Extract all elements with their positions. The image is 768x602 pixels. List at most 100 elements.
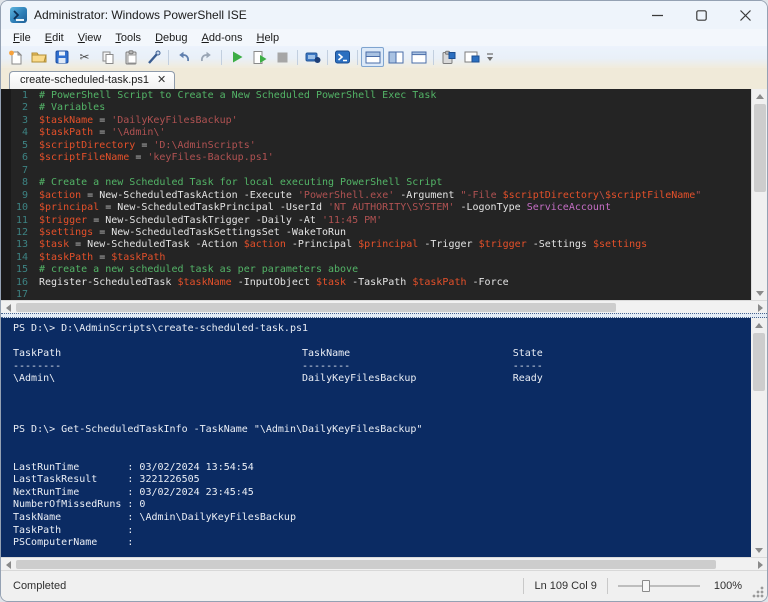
cut-icon[interactable]: ✂ — [73, 47, 96, 67]
clear-console-icon[interactable] — [142, 47, 165, 67]
code-line: 13 $task = New-ScheduledTask -Action $act… — [11, 239, 751, 251]
new-remote-powershell-tab-icon[interactable] — [301, 47, 324, 67]
code-line: 8 # Create a new Scheduled Task for local… — [11, 177, 751, 189]
new-script-icon[interactable] — [4, 47, 27, 67]
code-line: 16 Register-ScheduledTask $taskName -Inpu… — [11, 277, 751, 289]
tab-label: create-scheduled-task.ps1 — [20, 74, 150, 86]
script-editor[interactable]: 1 # PowerShell Script to Create a New Sch… — [11, 89, 751, 300]
menu-view[interactable]: View — [71, 31, 109, 45]
status-separator — [606, 578, 608, 594]
status-bar: Completed Ln 109 Col 9 100% — [1, 570, 767, 601]
toolbar-overflow-icon[interactable] — [483, 47, 497, 67]
breakpoint-margin[interactable] — [1, 89, 11, 300]
powershell-ise-window: Administrator: Windows PowerShell ISE Fi… — [0, 0, 768, 602]
run-selection-icon[interactable] — [248, 47, 271, 67]
console-output[interactable]: PS D:\> D:\AdminScripts\create-scheduled… — [1, 318, 751, 557]
open-script-icon[interactable] — [27, 47, 50, 67]
toolbar-separator — [357, 49, 358, 65]
minimize-icon[interactable] — [635, 1, 679, 29]
code-line: 4 $taskPath = '\Admin\' — [11, 127, 751, 139]
title-bar: Administrator: Windows PowerShell ISE — [1, 1, 767, 29]
stop-icon[interactable] — [271, 47, 294, 67]
status-text: Completed — [13, 580, 67, 592]
undo-icon[interactable] — [172, 47, 195, 67]
toolbar-separator — [168, 49, 169, 65]
line-number: 3 — [21, 114, 28, 126]
zoom-slider-thumb[interactable] — [641, 580, 650, 592]
code-line: 5 $scriptDirectory = 'D:\AdminScripts' — [11, 140, 751, 152]
close-icon[interactable] — [723, 1, 767, 29]
zoom-slider-track[interactable] — [617, 585, 700, 587]
paste-icon[interactable] — [119, 47, 142, 67]
script-pane: 1 # PowerShell Script to Create a New Sch… — [1, 89, 767, 300]
menu-help[interactable]: Help — [249, 31, 286, 45]
line-number: 17 — [15, 289, 28, 300]
scroll-down-icon[interactable] — [751, 543, 767, 557]
line-number: 1 — [21, 90, 28, 101]
line-number: 10 — [15, 202, 28, 214]
menu-edit[interactable]: Edit — [38, 31, 71, 45]
scroll-up-icon[interactable] — [751, 318, 767, 332]
console-hscroll-thumb[interactable] — [16, 560, 716, 569]
status-separator — [523, 578, 525, 594]
zoom-level: 100% — [713, 580, 742, 592]
scroll-down-icon[interactable] — [752, 286, 767, 300]
tab-close-icon[interactable]: ✕ — [157, 74, 166, 86]
editor-horizontal-scrollbar[interactable] — [1, 300, 767, 313]
redo-icon[interactable] — [195, 47, 218, 67]
toolbar-separator — [327, 49, 328, 65]
line-number: 11 — [15, 214, 28, 226]
line-number: 2 — [21, 102, 28, 114]
tab-bar: create-scheduled-task.ps1 ✕ — [1, 68, 767, 89]
scroll-right-icon[interactable] — [753, 301, 767, 314]
scroll-up-icon[interactable] — [752, 89, 767, 103]
menu-add-ons[interactable]: Add-ons — [195, 31, 250, 45]
run-script-icon[interactable] — [225, 47, 248, 67]
save-icon[interactable] — [50, 47, 73, 67]
menu-debug[interactable]: Debug — [148, 31, 194, 45]
line-number: 14 — [15, 251, 28, 263]
code-line: 2 # Variables — [11, 102, 751, 114]
toolbar-separator — [433, 49, 434, 65]
code-line: 15 # create a new scheduled task as per p… — [11, 264, 751, 276]
menu-tools[interactable]: Tools — [108, 31, 148, 45]
menu-file[interactable]: File — [6, 31, 38, 45]
code-line: 12 $settings = New-ScheduledTaskSettingsS… — [11, 227, 751, 239]
toolbar-separator — [297, 49, 298, 65]
editor-vscroll-thumb[interactable] — [754, 104, 766, 192]
code-line: 17 — [11, 289, 751, 300]
line-number: 9 — [21, 189, 28, 201]
copy-icon[interactable] — [96, 47, 119, 67]
resize-grip-icon[interactable] — [752, 586, 764, 598]
show-command-window-icon[interactable] — [437, 47, 460, 67]
line-number: 16 — [15, 276, 28, 288]
show-script-pane-maximized-icon[interactable] — [407, 47, 430, 67]
line-number: 12 — [15, 226, 28, 238]
start-powershell-icon[interactable] — [331, 47, 354, 67]
console-vscroll-thumb[interactable] — [753, 333, 765, 391]
line-number: 4 — [21, 127, 28, 139]
show-script-pane-icon[interactable] — [460, 47, 483, 67]
console-vertical-scrollbar[interactable] — [751, 318, 767, 557]
editor-vertical-scrollbar[interactable] — [751, 89, 767, 300]
scroll-left-icon[interactable] — [1, 301, 15, 314]
console-horizontal-scrollbar[interactable] — [1, 557, 767, 570]
powershell-ise-app-icon — [10, 7, 27, 23]
code-line: 14 $taskPath = $taskPath — [11, 252, 751, 264]
window-controls — [635, 1, 767, 29]
show-script-pane-right-icon[interactable] — [384, 47, 407, 67]
line-number: 5 — [21, 139, 28, 151]
code-line: 6 $scriptFileName = 'keyFiles-Backup.ps1' — [11, 152, 751, 164]
code-line: 11 $trigger = New-ScheduledTaskTrigger -D… — [11, 215, 751, 227]
line-number: 6 — [21, 152, 28, 164]
maximize-icon[interactable] — [679, 1, 723, 29]
editor-hscroll-thumb[interactable] — [16, 303, 616, 312]
code-line: 7 — [11, 165, 751, 177]
code-line: 10 $principal = New-ScheduledTaskPrincipa… — [11, 202, 751, 214]
line-number: 8 — [21, 177, 28, 189]
menu-bar: File Edit View Tools Debug Add-ons Help — [1, 29, 767, 46]
zoom-slider[interactable] — [617, 579, 700, 593]
tab-create-scheduled-task[interactable]: create-scheduled-task.ps1 ✕ — [9, 71, 176, 89]
show-script-pane-top-icon[interactable] — [361, 47, 384, 67]
toolbar: ✂ — [1, 46, 767, 68]
